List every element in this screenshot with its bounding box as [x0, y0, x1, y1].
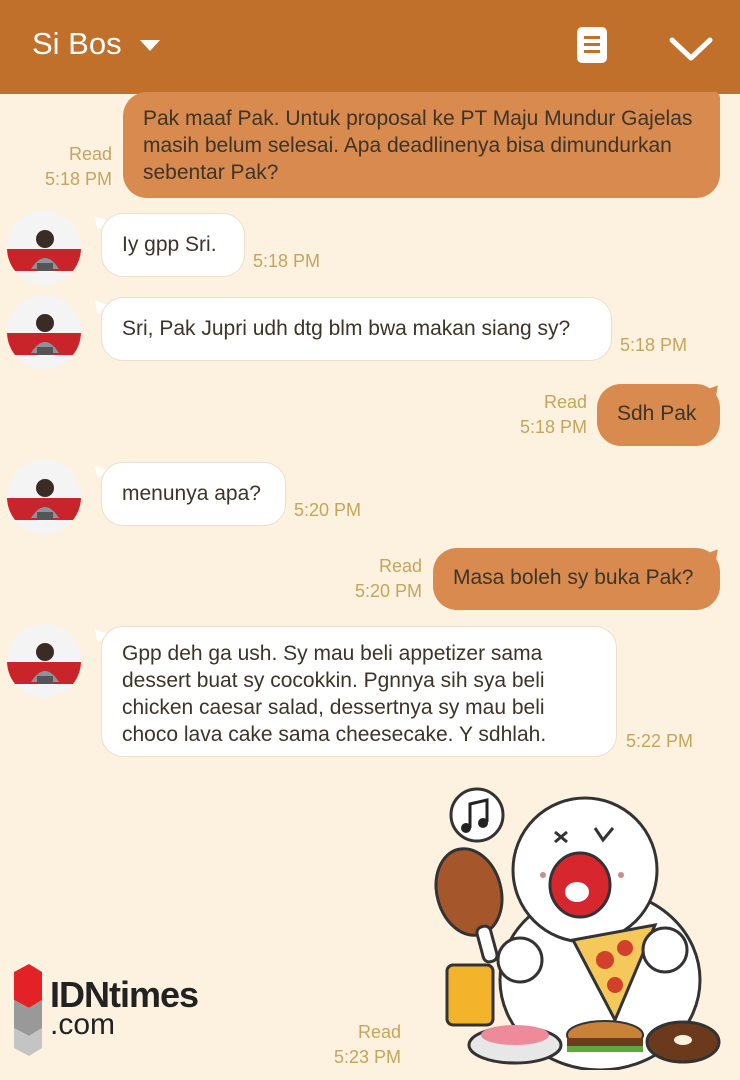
message-meta: Read 5:18 PM	[500, 390, 587, 440]
incoming-message-bubble[interactable]: Sri, Pak Jupri udh dtg blm bwa makan sia…	[101, 297, 612, 361]
eating-character-sticker[interactable]	[425, 780, 725, 1070]
chat-title[interactable]: Si Bos	[32, 26, 122, 62]
incoming-message-bubble[interactable]: menunya apa?	[101, 462, 286, 526]
chat-header: Si Bos	[0, 0, 740, 94]
logo-mark-icon	[14, 964, 42, 1056]
avatar[interactable]	[7, 460, 81, 534]
avatar[interactable]	[7, 624, 81, 698]
outgoing-message-bubble[interactable]: Masa boleh sy buka Pak?	[433, 548, 720, 610]
avatar[interactable]	[7, 295, 81, 369]
message-text: Masa boleh sy buka Pak?	[453, 566, 694, 589]
message-time: 5:20 PM	[354, 581, 422, 601]
message-time: 5:20 PM	[294, 500, 362, 520]
message-time: 5:18 PM	[519, 417, 587, 437]
read-status: Read	[357, 1022, 401, 1042]
notes-icon[interactable]	[574, 26, 610, 64]
avatar[interactable]	[7, 211, 81, 285]
message-meta: Read 5:18 PM	[30, 142, 112, 192]
chevron-down-icon[interactable]	[668, 34, 714, 64]
message-meta: Read 5:23 PM	[315, 1020, 401, 1070]
read-status: Read	[543, 392, 587, 412]
message-text: menunya apa?	[122, 482, 261, 505]
message-text: Sri, Pak Jupri udh dtg blm bwa makan sia…	[122, 317, 571, 340]
message-meta: Read 5:20 PM	[336, 554, 422, 604]
idntimes-logo: IDNtimes .com	[12, 962, 232, 1057]
outgoing-message-bubble[interactable]: Sdh Pak	[597, 384, 720, 446]
message-text: Pak maaf Pak. Untuk proposal ke PT Maju …	[143, 107, 693, 184]
incoming-message-bubble[interactable]: Iy gpp Sri.	[101, 213, 245, 277]
title-dropdown-icon[interactable]	[140, 40, 160, 51]
message-time: 5:18 PM	[253, 251, 321, 271]
message-time: 5:18 PM	[620, 335, 688, 355]
read-status: Read	[68, 144, 112, 164]
message-time: 5:18 PM	[44, 169, 112, 189]
message-time: 5:23 PM	[333, 1047, 401, 1067]
logo-domain: .com	[50, 1008, 116, 1041]
read-status: Read	[378, 556, 422, 576]
message-text: Gpp deh ga ush. Sy mau beli appetizer sa…	[122, 642, 547, 746]
message-text: Iy gpp Sri.	[122, 233, 217, 256]
outgoing-message-bubble[interactable]: Pak maaf Pak. Untuk proposal ke PT Maju …	[123, 92, 720, 198]
incoming-message-bubble[interactable]: Gpp deh ga ush. Sy mau beli appetizer sa…	[101, 626, 617, 757]
message-text: Sdh Pak	[617, 402, 697, 425]
message-time: 5:22 PM	[626, 731, 694, 751]
